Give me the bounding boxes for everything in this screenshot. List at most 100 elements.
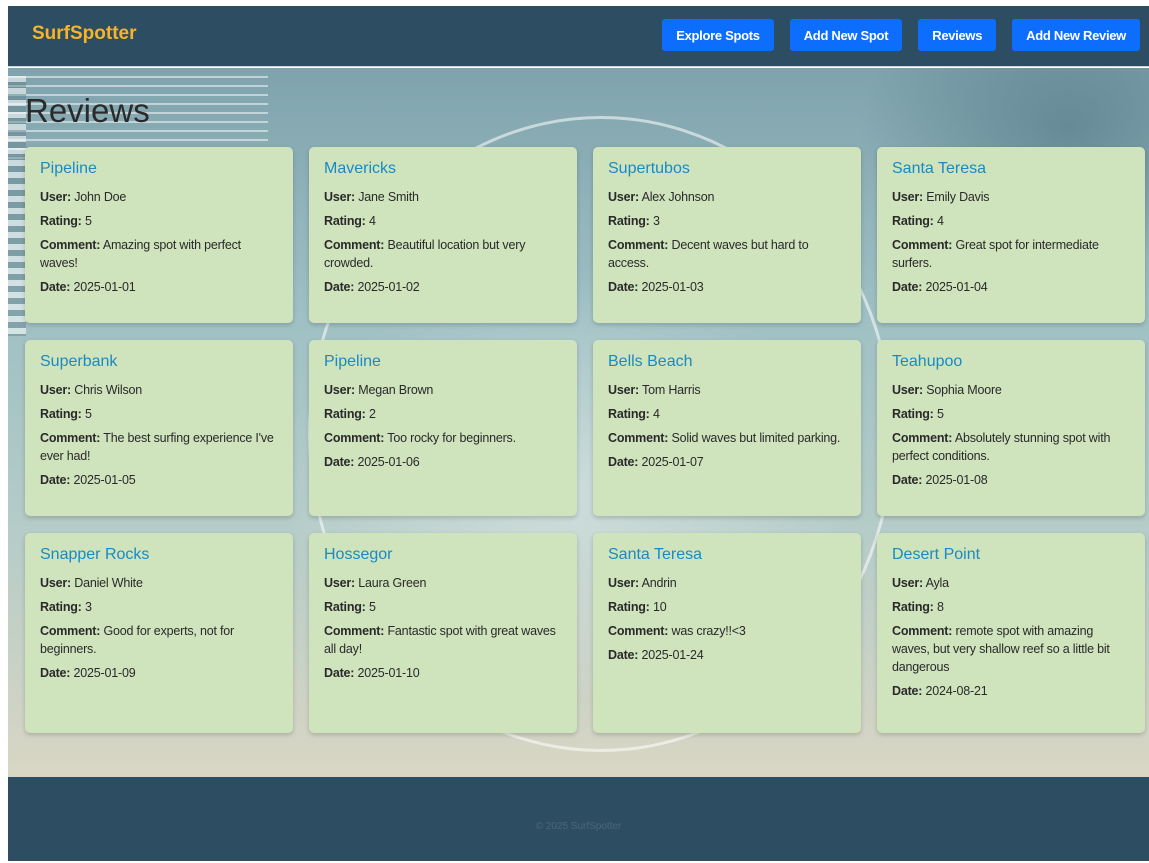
review-spot-name: Snapper Rocks bbox=[40, 546, 150, 563]
review-comment-label: Comment: bbox=[324, 624, 385, 638]
review-comment: Comment: Good for experts, not for begin… bbox=[40, 622, 278, 658]
nav-add-new-spot-button[interactable]: Add New Spot bbox=[789, 19, 903, 51]
review-date-value: 2025-01-07 bbox=[641, 455, 704, 469]
review-user: User: Megan Brown bbox=[324, 381, 562, 399]
review-user: User: Tom Harris bbox=[608, 381, 846, 399]
review-user-value: John Doe bbox=[74, 190, 127, 204]
review-rating: Rating: 5 bbox=[892, 405, 1130, 423]
review-rating: Rating: 3 bbox=[608, 212, 846, 230]
review-user-label: User: bbox=[324, 190, 355, 204]
review-user-label: User: bbox=[892, 190, 923, 204]
review-rating-value: 4 bbox=[652, 407, 660, 421]
review-date-value: 2025-01-04 bbox=[925, 280, 988, 294]
review-user: User: Daniel White bbox=[40, 574, 278, 592]
review-comment: Comment: Great spot for intermediate sur… bbox=[892, 236, 1130, 272]
review-rating: Rating: 5 bbox=[324, 598, 562, 616]
review-comment-label: Comment: bbox=[892, 624, 953, 638]
review-comment: Comment: remote spot with amazing waves,… bbox=[892, 622, 1130, 676]
review-user-value: Laura Green bbox=[358, 576, 427, 590]
review-rating: Rating: 8 bbox=[892, 598, 1130, 616]
review-comment-label: Comment: bbox=[892, 238, 953, 252]
review-date-value: 2025-01-06 bbox=[357, 455, 420, 469]
review-date: Date: 2024-08-21 bbox=[892, 682, 1130, 700]
review-date-value: 2024-08-21 bbox=[925, 684, 988, 698]
review-date-label: Date: bbox=[608, 455, 639, 469]
app-frame: SurfSpotter Explore Spots Add New Spot R… bbox=[8, 6, 1149, 861]
review-spot-name: Santa Teresa bbox=[608, 546, 702, 563]
review-user: User: Laura Green bbox=[324, 574, 562, 592]
review-rating-value: 2 bbox=[368, 407, 376, 421]
review-date: Date: 2025-01-03 bbox=[608, 278, 846, 296]
review-rating-label: Rating: bbox=[608, 600, 650, 614]
review-date-value: 2025-01-08 bbox=[925, 473, 988, 487]
review-date: Date: 2025-01-09 bbox=[40, 664, 278, 682]
review-user-value: Alex Johnson bbox=[641, 190, 715, 204]
review-user-value: Ayla bbox=[925, 576, 949, 590]
review-user: User: Ayla bbox=[892, 574, 1130, 592]
review-rating-value: 3 bbox=[84, 600, 92, 614]
copyright-text: © 2025 SurfSpotter bbox=[535, 821, 622, 832]
review-comment: Comment: Beautiful location but very cro… bbox=[324, 236, 562, 272]
brand-logo[interactable]: SurfSpotter bbox=[32, 23, 137, 45]
review-comment-label: Comment: bbox=[608, 624, 669, 638]
review-user: User: Emily Davis bbox=[892, 188, 1130, 206]
review-date-value: 2025-01-10 bbox=[357, 666, 420, 680]
review-rating-label: Rating: bbox=[40, 214, 82, 228]
review-date: Date: 2025-01-02 bbox=[324, 278, 562, 296]
review-date-value: 2025-01-09 bbox=[73, 666, 136, 680]
nav-explore-spots-button[interactable]: Explore Spots bbox=[662, 19, 774, 51]
review-comment-value: Solid waves but limited parking. bbox=[671, 431, 841, 445]
review-date-value: 2025-01-01 bbox=[73, 280, 136, 294]
site-header: SurfSpotter Explore Spots Add New Spot R… bbox=[8, 6, 1149, 67]
review-rating-label: Rating: bbox=[608, 214, 650, 228]
review-date-label: Date: bbox=[324, 280, 355, 294]
review-spot-name: Pipeline bbox=[324, 353, 381, 370]
review-comment: Comment: Fantastic spot with great waves… bbox=[324, 622, 562, 658]
review-user-value: Megan Brown bbox=[358, 383, 434, 397]
review-comment-label: Comment: bbox=[608, 238, 669, 252]
review-date-label: Date: bbox=[608, 280, 639, 294]
review-user-label: User: bbox=[892, 576, 923, 590]
review-rating-value: 5 bbox=[936, 407, 944, 421]
nav-reviews-button[interactable]: Reviews bbox=[918, 19, 997, 51]
review-user: User: Alex Johnson bbox=[608, 188, 846, 206]
review-user-label: User: bbox=[40, 190, 71, 204]
review-user-label: User: bbox=[40, 576, 71, 590]
review-user-label: User: bbox=[40, 383, 71, 397]
review-user-label: User: bbox=[324, 576, 355, 590]
review-rating-value: 4 bbox=[368, 214, 376, 228]
review-user-value: Emily Davis bbox=[926, 190, 990, 204]
review-spot-name: Desert Point bbox=[892, 546, 981, 563]
review-rating-value: 3 bbox=[652, 214, 660, 228]
review-user: User: Andrin bbox=[608, 574, 846, 592]
review-card: Snapper Rocks User: Daniel White Rating: 3… bbox=[25, 533, 293, 733]
review-rating-label: Rating: bbox=[40, 600, 82, 614]
review-rating-label: Rating: bbox=[324, 407, 366, 421]
nav-add-new-review-button[interactable]: Add New Review bbox=[1012, 19, 1140, 51]
review-date-label: Date: bbox=[324, 455, 355, 469]
review-rating-label: Rating: bbox=[324, 214, 366, 228]
review-date: Date: 2025-01-05 bbox=[40, 471, 278, 489]
review-comment-label: Comment: bbox=[40, 431, 101, 445]
review-date-label: Date: bbox=[892, 280, 923, 294]
review-date-label: Date: bbox=[40, 666, 71, 680]
review-date: Date: 2025-01-08 bbox=[892, 471, 1130, 489]
review-date: Date: 2025-01-07 bbox=[608, 453, 846, 471]
review-comment: Comment: Too rocky for beginners. bbox=[324, 429, 562, 447]
review-user: User: Chris Wilson bbox=[40, 381, 278, 399]
review-card: Pipeline User: Megan Brown Rating: 2 Commen… bbox=[309, 340, 577, 516]
page-title: Reviews bbox=[25, 92, 150, 129]
review-card: Pipeline User: John Doe Rating: 5 Comment: … bbox=[25, 147, 293, 323]
review-spot-name: Hossegor bbox=[324, 546, 393, 563]
review-comment: Comment: Absolutely stunning spot with p… bbox=[892, 429, 1130, 465]
review-grid: Pipeline User: John Doe Rating: 5 Comment: … bbox=[25, 147, 1145, 733]
review-user-value: Andrin bbox=[641, 576, 677, 590]
review-date-value: 2025-01-05 bbox=[73, 473, 136, 487]
review-user: User: John Doe bbox=[40, 188, 278, 206]
review-card: Superbank User: Chris Wilson Rating: 5 Comm… bbox=[25, 340, 293, 516]
review-rating: Rating: 5 bbox=[40, 212, 278, 230]
review-user-label: User: bbox=[892, 383, 923, 397]
review-spot-name: Bells Beach bbox=[608, 353, 693, 370]
review-user-value: Chris Wilson bbox=[74, 383, 142, 397]
review-spot-name: Teahupoo bbox=[892, 353, 963, 370]
